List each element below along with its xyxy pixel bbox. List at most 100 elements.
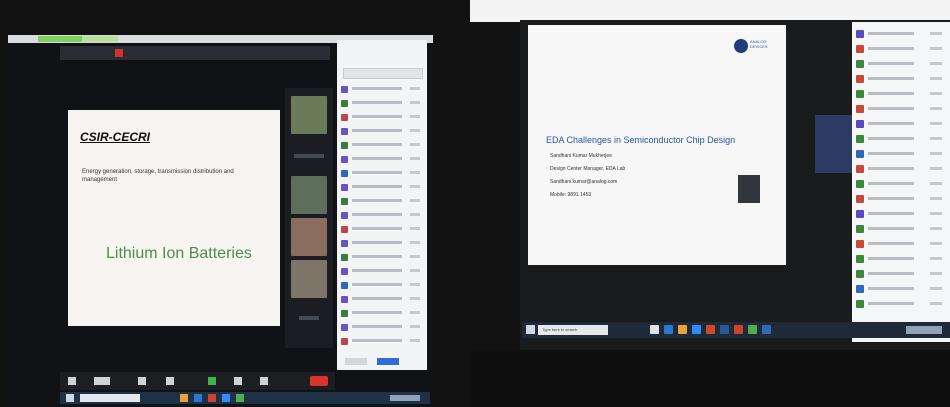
avatar — [341, 142, 348, 149]
participant-row[interactable] — [856, 103, 946, 116]
participant-row[interactable] — [856, 253, 946, 266]
avatar — [341, 128, 348, 135]
participant-name — [868, 212, 914, 215]
app-icon[interactable] — [734, 325, 743, 334]
participant-row[interactable] — [341, 224, 423, 236]
app-icon[interactable] — [748, 325, 757, 334]
task-view-icon[interactable] — [650, 325, 659, 334]
app-icon[interactable] — [236, 394, 244, 402]
participant-row[interactable] — [341, 210, 423, 222]
avatar — [856, 240, 864, 248]
participant-row[interactable] — [856, 208, 946, 221]
participant-row[interactable] — [341, 252, 423, 264]
participant-video-tile[interactable] — [291, 260, 327, 298]
record-icon[interactable] — [115, 49, 123, 57]
avatar — [856, 195, 864, 203]
zoom-icon[interactable] — [222, 394, 230, 402]
system-clock[interactable] — [906, 326, 942, 334]
participant-row[interactable] — [856, 73, 946, 86]
participant-row[interactable] — [856, 268, 946, 281]
participant-video-tile[interactable] — [291, 218, 327, 256]
powerpoint-icon[interactable] — [706, 325, 715, 334]
end-meeting-button[interactable] — [310, 376, 328, 386]
system-clock[interactable] — [390, 395, 420, 401]
participant-row[interactable] — [341, 266, 423, 278]
mute-all-button[interactable] — [377, 358, 399, 365]
participant-video-tile[interactable] — [291, 96, 327, 134]
invite-button[interactable] — [345, 358, 367, 365]
file-explorer-icon[interactable] — [678, 325, 687, 334]
security-icon[interactable] — [138, 377, 146, 385]
participant-row[interactable] — [856, 133, 946, 146]
app-icon[interactable] — [208, 394, 216, 402]
participant-row[interactable] — [856, 283, 946, 296]
mic-icon — [930, 287, 942, 290]
participant-row[interactable] — [341, 84, 423, 96]
participant-row[interactable] — [856, 148, 946, 161]
mic-icon[interactable] — [68, 377, 76, 385]
participant-row[interactable] — [341, 140, 423, 152]
participant-row[interactable] — [341, 238, 423, 250]
participant-video-tile[interactable] — [291, 176, 327, 214]
meeting-tab[interactable] — [82, 36, 118, 42]
participant-row[interactable] — [341, 196, 423, 208]
participant-row[interactable] — [341, 294, 423, 306]
taskbar-search-input[interactable] — [80, 394, 140, 402]
participant-row[interactable] — [341, 126, 423, 138]
speaker-video-tile[interactable] — [815, 115, 853, 173]
participant-row[interactable] — [856, 193, 946, 206]
word-icon[interactable] — [720, 325, 729, 334]
avatar — [856, 45, 864, 53]
participant-name-label — [294, 154, 324, 158]
participant-row[interactable] — [856, 298, 946, 311]
mic-icon — [930, 122, 942, 125]
participant-row[interactable] — [341, 182, 423, 194]
zoom-icon[interactable] — [692, 325, 701, 334]
participant-row[interactable] — [856, 43, 946, 56]
share-screen-icon[interactable] — [208, 377, 216, 385]
video-icon[interactable] — [94, 377, 110, 385]
meeting-tab[interactable] — [38, 36, 84, 42]
mic-icon — [410, 241, 420, 244]
mic-icon — [410, 101, 420, 104]
participant-row[interactable] — [856, 28, 946, 41]
participant-row[interactable] — [856, 223, 946, 236]
windows-start-icon[interactable] — [526, 325, 535, 334]
participant-row[interactable] — [856, 163, 946, 176]
edge-browser-icon[interactable] — [664, 325, 673, 334]
participant-row[interactable] — [856, 88, 946, 101]
participant-row[interactable] — [856, 58, 946, 71]
participant-name — [352, 297, 402, 300]
participant-row[interactable] — [341, 322, 423, 334]
windows-start-icon[interactable] — [66, 394, 74, 402]
file-explorer-icon[interactable] — [180, 394, 188, 402]
participant-row[interactable] — [341, 308, 423, 320]
app-icon[interactable] — [762, 325, 771, 334]
participant-row[interactable] — [856, 238, 946, 251]
participant-row[interactable] — [341, 168, 423, 180]
avatar — [341, 282, 348, 289]
participant-row[interactable] — [856, 118, 946, 131]
mic-icon — [410, 255, 420, 258]
mic-icon — [930, 197, 942, 200]
participant-row[interactable] — [856, 178, 946, 191]
participant-row[interactable] — [341, 280, 423, 292]
company-logo-icon — [734, 39, 748, 53]
avatar — [341, 296, 348, 303]
participant-row[interactable] — [341, 154, 423, 166]
taskbar-search-input[interactable]: Type here to search — [538, 325, 608, 335]
participants-icon[interactable] — [166, 377, 174, 385]
browser-icon[interactable] — [194, 394, 202, 402]
mic-icon — [410, 325, 420, 328]
desk-background — [470, 350, 950, 407]
reactions-icon[interactable] — [260, 377, 268, 385]
participant-row[interactable] — [341, 112, 423, 124]
participant-row[interactable] — [341, 98, 423, 110]
mic-icon — [410, 269, 420, 272]
participant-search-input[interactable] — [343, 68, 423, 79]
participant-row[interactable] — [341, 336, 423, 348]
participant-name — [352, 283, 402, 286]
left-windows-taskbar — [60, 392, 430, 404]
record-icon[interactable] — [234, 377, 242, 385]
participant-name — [868, 257, 914, 260]
